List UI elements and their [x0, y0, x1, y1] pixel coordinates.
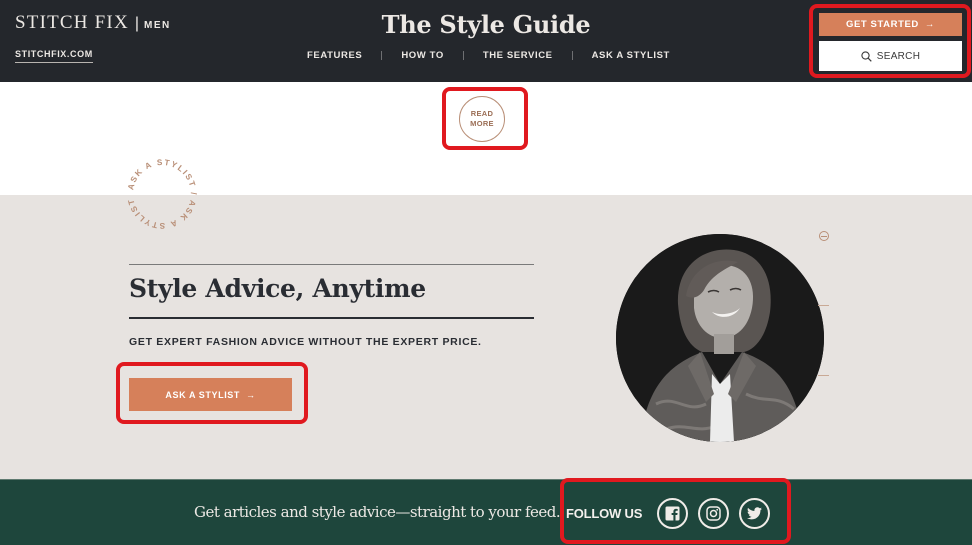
timeline-tick [818, 305, 829, 306]
divider [129, 317, 534, 319]
stylist-photo [616, 234, 824, 442]
read-more-button[interactable]: READ MORE [459, 96, 505, 142]
search-label: SEARCH [876, 50, 921, 62]
site-header: STITCH FIX | MEN STITCHFIX.COM The Style… [0, 0, 972, 82]
facebook-icon [665, 506, 680, 521]
divider [129, 264, 534, 265]
badge-text: ASK A STYLIST / ASK A STYLIST / [122, 154, 196, 230]
read-more-line2: MORE [470, 119, 494, 128]
nav-divider [571, 51, 573, 60]
facebook-link[interactable] [657, 498, 688, 529]
search-button[interactable]: SEARCH [819, 41, 962, 71]
section-headline: Style Advice, Anytime [129, 274, 426, 303]
twitter-icon [747, 507, 762, 520]
instagram-link[interactable] [698, 498, 729, 529]
get-started-label: GET STARTED [845, 19, 919, 30]
theta-icon [819, 231, 829, 241]
ask-a-stylist-badge: ASK A STYLIST / ASK A STYLIST / [122, 154, 198, 230]
timeline-tick [818, 375, 829, 376]
follow-tagline: Get articles and style advice—straight t… [194, 503, 561, 521]
instagram-icon [706, 506, 721, 521]
ask-a-stylist-label: ASK A STYLIST [165, 389, 241, 400]
arrow-right-icon: → [924, 19, 936, 30]
svg-text:ASK A STYLIST / ASK A STYLIST: ASK A STYLIST / ASK A STYLIST / [122, 154, 198, 230]
arrow-right-icon: → [246, 389, 256, 400]
search-icon [861, 50, 872, 62]
ask-a-stylist-button[interactable]: ASK A STYLIST → [129, 378, 292, 411]
twitter-link[interactable] [739, 498, 770, 529]
get-started-button[interactable]: GET STARTED → [819, 13, 962, 36]
nav-ask-a-stylist[interactable]: ASK A STYLIST [592, 50, 670, 61]
follow-us-label: FOLLOW US [566, 506, 643, 521]
nav-the-service[interactable]: THE SERVICE [483, 50, 553, 61]
section-subhead: GET EXPERT FASHION ADVICE WITHOUT THE EX… [129, 336, 482, 348]
nav-features[interactable]: FEATURES [307, 50, 362, 61]
nav-how-to[interactable]: HOW TO [401, 50, 443, 61]
read-more-line1: READ [470, 109, 494, 118]
nav-divider [381, 51, 383, 60]
nav-divider [462, 51, 464, 60]
